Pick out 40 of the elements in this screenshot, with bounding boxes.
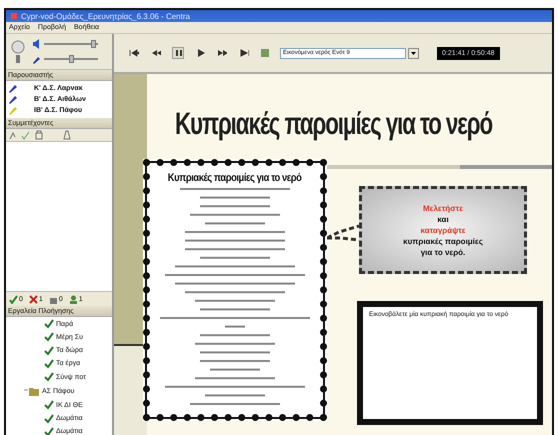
pause-button[interactable]	[172, 47, 184, 59]
callout-text: για το νερό.	[420, 246, 466, 258]
microphone-icon[interactable]	[32, 54, 41, 64]
slider-thumb[interactable]	[69, 55, 74, 63]
speaker-icon[interactable]	[32, 39, 41, 49]
checkmark-icon[interactable]	[44, 400, 54, 410]
app-icon	[10, 12, 18, 20]
skip-start-button[interactable]	[128, 47, 140, 59]
fast-forward-button[interactable]	[216, 47, 228, 59]
pause-icon	[173, 48, 183, 58]
check-tool-icon[interactable]	[21, 130, 30, 140]
sheet-title: Κυπριακές παροιμίες για το νερό	[168, 172, 302, 184]
rewind-icon	[151, 48, 161, 58]
checkmark-icon[interactable]	[44, 426, 54, 435]
callout-text: καταγράψτε	[420, 224, 466, 236]
slider-thumb[interactable]	[90, 40, 96, 48]
skip-start-icon	[129, 48, 139, 58]
fast-forward-icon	[217, 48, 227, 58]
checkmark-icon[interactable]	[44, 332, 54, 342]
cross-icon	[28, 294, 38, 304]
callout-text: κυπριακές παροιμίες	[403, 236, 483, 246]
window-title: Cypr-vod-Ομάδες_Ερευνητρίας_6.3.06 - Centra	[21, 12, 190, 20]
skip-end-icon	[239, 48, 249, 58]
rewind-button[interactable]	[150, 47, 162, 59]
callout-text: Μελετήστε	[422, 202, 463, 214]
skip-end-button[interactable]	[238, 47, 250, 59]
person-icon	[68, 294, 78, 304]
dropdown-button[interactable]	[408, 48, 419, 58]
caret-icon	[411, 52, 416, 54]
checkmark-icon[interactable]	[44, 358, 54, 369]
checkmark-icon[interactable]	[44, 372, 54, 382]
checkmark-icon[interactable]	[44, 319, 54, 330]
checkmark-icon[interactable]	[44, 346, 54, 356]
slide-title: Κυπριακές παροιμίες για το νερό	[175, 106, 492, 142]
play-icon	[195, 48, 205, 58]
checkmark-icon[interactable]	[44, 414, 54, 424]
check-icon	[9, 294, 18, 304]
slide-thumbnail-icon	[260, 48, 270, 58]
folder-icon[interactable]	[24, 385, 40, 398]
callout-text: και	[437, 214, 449, 224]
